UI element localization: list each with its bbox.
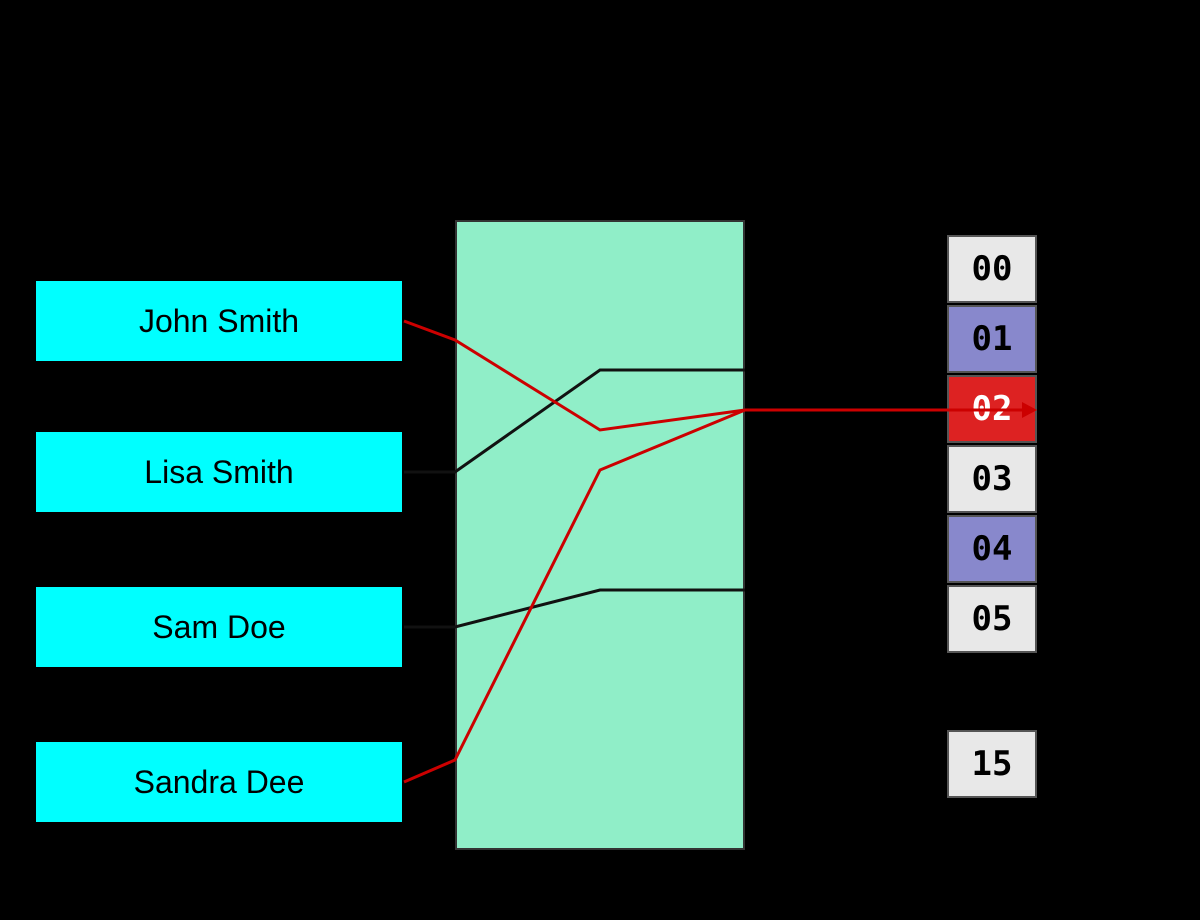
slot-label-05: 05 bbox=[972, 599, 1013, 639]
slot-03: 03 bbox=[947, 445, 1037, 513]
slot-label-03: 03 bbox=[972, 459, 1013, 499]
slot-label-15: 15 bbox=[972, 744, 1013, 784]
name-box-john: John Smith bbox=[34, 279, 404, 363]
name-box-sandra: Sandra Dee bbox=[34, 740, 404, 824]
slot-04: 04 bbox=[947, 515, 1037, 583]
slot-05: 05 bbox=[947, 585, 1037, 653]
name-box-lisa: Lisa Smith bbox=[34, 430, 404, 514]
hash-function-box bbox=[455, 220, 745, 850]
slot-label-02: 02 bbox=[972, 389, 1013, 429]
slot-label-04: 04 bbox=[972, 529, 1013, 569]
name-label-lisa: Lisa Smith bbox=[144, 454, 293, 491]
slot-02: 02 bbox=[947, 375, 1037, 443]
name-label-sam: Sam Doe bbox=[152, 609, 285, 646]
slot-label-01: 01 bbox=[972, 319, 1013, 359]
slot-00: 00 bbox=[947, 235, 1037, 303]
slot-label-00: 00 bbox=[972, 249, 1013, 289]
slot-15: 15 bbox=[947, 730, 1037, 798]
slot-01: 01 bbox=[947, 305, 1037, 373]
name-label-sandra: Sandra Dee bbox=[134, 764, 305, 801]
name-box-sam: Sam Doe bbox=[34, 585, 404, 669]
name-label-john: John Smith bbox=[139, 303, 299, 340]
